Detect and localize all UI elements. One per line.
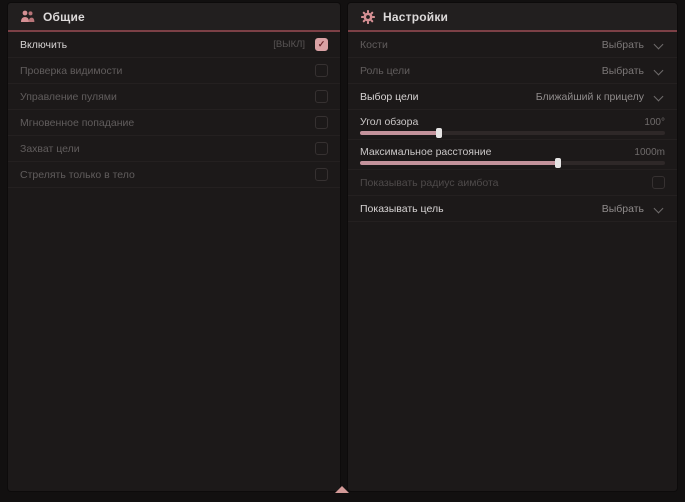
instant-hit-checkbox[interactable] (315, 116, 328, 129)
row-label: Показывать радиус аимбота (360, 177, 652, 189)
users-icon (20, 9, 35, 24)
chevron-down-icon[interactable] (654, 92, 663, 101)
slider-fill (360, 161, 558, 165)
slider-fill (360, 131, 439, 135)
chevron-down-icon[interactable] (654, 40, 663, 49)
slider-thumb[interactable] (555, 158, 561, 168)
enable-checkbox[interactable] (315, 38, 328, 51)
chevron-down-icon[interactable] (654, 66, 663, 75)
row-bones: Кости Выбрать (348, 32, 677, 58)
settings-panel: Настройки Кости Выбрать Роль цели Выбрат… (348, 3, 677, 491)
row-label: Показывать цель (360, 203, 602, 215)
row-bullet-control[interactable]: Управление пулями (8, 84, 340, 110)
row-label: Стрелять только в тело (20, 169, 315, 181)
chevron-down-icon[interactable] (654, 204, 663, 213)
menu-toggle-arrow-icon[interactable] (335, 486, 349, 493)
dropdown-value[interactable]: Выбрать (602, 65, 644, 77)
row-fov: Угол обзора 100° (348, 110, 677, 140)
row-label: Управление пулями (20, 91, 315, 103)
row-label: Выбор цели (360, 91, 536, 103)
body-only-checkbox[interactable] (315, 168, 328, 181)
hotkey-badge[interactable]: [ВЫКЛ] (273, 39, 305, 50)
row-label: Угол обзора (360, 116, 644, 128)
row-target-role: Роль цели Выбрать (348, 58, 677, 84)
panel-title: Общие (43, 10, 85, 24)
target-lock-checkbox[interactable] (315, 142, 328, 155)
row-label: Роль цели (360, 65, 602, 77)
row-show-target: Показывать цель Выбрать (348, 196, 677, 222)
row-label: Включить (20, 39, 273, 51)
row-label: Мгновенное попадание (20, 117, 315, 129)
slider-value: 1000m (634, 147, 665, 158)
max-distance-slider[interactable] (360, 161, 665, 165)
general-panel-header: Общие (8, 3, 340, 32)
row-instant-hit[interactable]: Мгновенное попадание (8, 110, 340, 136)
gear-icon (360, 9, 375, 24)
row-visibility-check[interactable]: Проверка видимости (8, 58, 340, 84)
dropdown-value[interactable]: Ближайший к прицелу (536, 91, 644, 103)
visibility-check-checkbox[interactable] (315, 64, 328, 77)
row-target-selection: Выбор цели Ближайший к прицелу (348, 84, 677, 110)
row-label: Проверка видимости (20, 65, 315, 77)
row-show-aimbot-radius[interactable]: Показывать радиус аимбота (348, 170, 677, 196)
bullet-control-checkbox[interactable] (315, 90, 328, 103)
general-panel: Общие Включить [ВЫКЛ] Проверка видимости… (8, 3, 340, 491)
row-label: Захват цели (20, 143, 315, 155)
row-label: Кости (360, 39, 602, 51)
dropdown-value[interactable]: Выбрать (602, 39, 644, 51)
row-target-lock[interactable]: Захват цели (8, 136, 340, 162)
fov-slider[interactable] (360, 131, 665, 135)
row-enable[interactable]: Включить [ВЫКЛ] (8, 32, 340, 58)
panel-title: Настройки (383, 10, 448, 24)
row-max-distance: Максимальное расстояние 1000m (348, 140, 677, 170)
row-label: Максимальное расстояние (360, 146, 634, 158)
slider-value: 100° (644, 117, 665, 128)
settings-panel-header: Настройки (348, 3, 677, 32)
show-aimbot-radius-checkbox[interactable] (652, 176, 665, 189)
dropdown-value[interactable]: Выбрать (602, 203, 644, 215)
slider-thumb[interactable] (436, 128, 442, 138)
row-body-only[interactable]: Стрелять только в тело (8, 162, 340, 188)
